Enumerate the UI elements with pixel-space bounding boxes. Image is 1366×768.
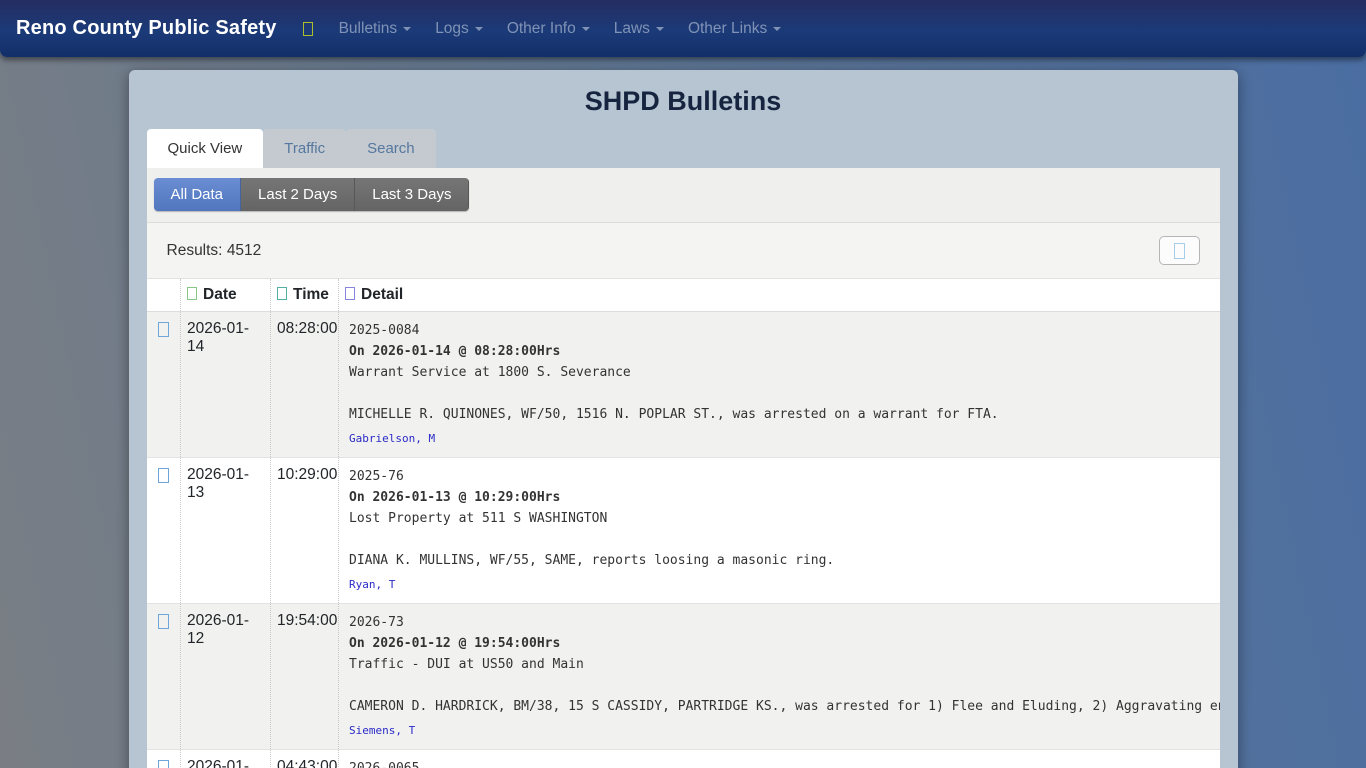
nav-menu-item-label: Laws	[614, 20, 650, 38]
date-filter-button[interactable]: All Data	[154, 178, 242, 211]
detail-case-number: 2025-0084	[349, 320, 1210, 341]
nav-menu-item-label: Other Links	[688, 20, 767, 38]
view-tab[interactable]: Search	[346, 129, 436, 168]
page-title: SHPD Bulletins	[147, 70, 1220, 129]
detail-officer: Gabrielson, M	[349, 428, 1210, 449]
bulletin-row: 2026-01-13 10:29:00 2025-76On 2026-01-13…	[147, 458, 1220, 604]
view-tab-label: Traffic	[284, 140, 325, 157]
chevron-down-icon	[656, 27, 664, 31]
view-tab[interactable]: Quick View	[147, 129, 264, 168]
tab-content: All Data Last 2 Days Last 3 Days Results…	[147, 168, 1220, 768]
bulletin-row: 2026-01-14 08:28:00 2025-0084On 2026-01-…	[147, 312, 1220, 458]
view-tab-label: Quick View	[168, 140, 243, 157]
detail-narrative: CAMERON D. HARDRICK, BM/38, 15 S CASSIDY…	[349, 696, 1210, 717]
view-tabs: Quick View Traffic Search	[147, 129, 1220, 168]
detail-narrative: MICHELLE R. QUINONES, WF/50, 1516 N. POP…	[349, 404, 1210, 425]
bulletin-time: 08:28:00	[271, 312, 339, 458]
chevron-down-icon	[403, 27, 411, 31]
time-column-icon	[277, 287, 287, 300]
navbar: Reno County Public Safety Bulletins Logs…	[0, 0, 1366, 57]
nav-menu-item-label: Logs	[435, 20, 469, 38]
detail-narrative: DIANA K. MULLINS, WF/55, SAME, reports l…	[349, 550, 1210, 571]
results-label: Results:	[167, 242, 223, 259]
refresh-button[interactable]	[1159, 236, 1200, 265]
nav-menu-item[interactable]: Other Links	[676, 12, 793, 46]
nav-menu-item-label: Bulletins	[339, 20, 398, 38]
bulletin-date: 2026-01-13	[181, 458, 271, 604]
bulletin-detail: 2025-0084On 2026-01-14 @ 08:28:00HrsWarr…	[339, 312, 1220, 458]
detail-case-number: 2026-0065	[349, 758, 1210, 768]
detail-officer: Ryan, T	[349, 574, 1210, 595]
results-bar: Results: 4512	[147, 223, 1220, 279]
results-count-text: Results: 4512	[167, 242, 262, 260]
date-filter-strip: All Data Last 2 Days Last 3 Days	[147, 168, 1220, 223]
table-header-row: Date Time Detail	[147, 279, 1220, 312]
bulletins-table: Date Time Detail 2026-01-	[147, 279, 1220, 768]
bulletins-menu-icon	[303, 22, 313, 36]
view-tab[interactable]: Traffic	[263, 129, 346, 168]
bulletin-detail: 2026-0065On 2026-01-10 @ 04:43:00Hrs	[339, 750, 1220, 768]
bulletin-date: 2026-01-12	[181, 604, 271, 750]
nav-menu-item-label: Other Info	[507, 20, 576, 38]
detail-column-label: Detail	[361, 286, 403, 303]
view-tab-label: Search	[367, 140, 415, 157]
expand-cell[interactable]	[147, 312, 181, 458]
bulletin-time: 19:54:00	[271, 604, 339, 750]
expand-cell[interactable]	[147, 750, 181, 768]
date-filter-button[interactable]: Last 3 Days	[355, 178, 469, 211]
expand-cell[interactable]	[147, 604, 181, 750]
detail-occurred-line: On 2026-01-12 @ 19:54:00Hrs	[349, 633, 1210, 654]
detail-incident-line: Lost Property at 511 S WASHINGTON	[349, 508, 1210, 529]
date-filter-group: All Data Last 2 Days Last 3 Days	[154, 178, 470, 211]
nav-menu-item[interactable]: Logs	[423, 12, 495, 46]
detail-case-number: 2026-73	[349, 612, 1210, 633]
chevron-down-icon	[582, 27, 590, 31]
detail-incident-line: Warrant Service at 1800 S. Severance	[349, 362, 1210, 383]
bulletin-detail: 2026-73On 2026-01-12 @ 19:54:00HrsTraffi…	[339, 604, 1220, 750]
detail-incident-line: Traffic - DUI at US50 and Main	[349, 654, 1210, 675]
detail-occurred-line: On 2026-01-13 @ 10:29:00Hrs	[349, 487, 1210, 508]
date-filter-button-label: Last 3 Days	[372, 186, 451, 203]
nav-menu-item[interactable]: Bulletins	[327, 12, 424, 46]
nav-menu-item[interactable]: Laws	[602, 12, 676, 46]
expand-row-icon[interactable]	[158, 760, 169, 768]
bulletin-time: 10:29:00	[271, 458, 339, 604]
detail-case-number: 2025-76	[349, 466, 1210, 487]
expand-cell[interactable]	[147, 458, 181, 604]
date-filter-button-label: All Data	[171, 186, 224, 203]
date-filter-button[interactable]: Last 2 Days	[241, 178, 355, 211]
detail-column-icon	[345, 287, 355, 300]
bulletin-date: 2026-01-10	[181, 750, 271, 768]
date-column-header[interactable]: Date	[181, 279, 271, 312]
date-filter-button-label: Last 2 Days	[258, 186, 337, 203]
expand-row-icon[interactable]	[158, 614, 169, 629]
bulletin-row: 2026-01-10 04:43:00 2026-0065On 2026-01-…	[147, 750, 1220, 768]
bulletins-table-body: 2026-01-14 08:28:00 2025-0084On 2026-01-…	[147, 312, 1220, 768]
time-column-label: Time	[293, 286, 329, 303]
bulletin-detail: 2025-76On 2026-01-13 @ 10:29:00HrsLost P…	[339, 458, 1220, 604]
main-nav: Bulletins Logs Other Info Laws Other Lin…	[303, 12, 794, 46]
date-column-label: Date	[203, 286, 237, 303]
detail-column-header[interactable]: Detail	[339, 279, 1220, 312]
detail-occurred-line: On 2026-01-14 @ 08:28:00Hrs	[349, 341, 1210, 362]
chevron-down-icon	[475, 27, 483, 31]
nav-menu-item[interactable]: Other Info	[495, 12, 602, 46]
date-column-icon	[187, 287, 197, 300]
refresh-icon	[1174, 243, 1185, 259]
expand-column-header	[147, 279, 181, 312]
time-column-header[interactable]: Time	[271, 279, 339, 312]
expand-row-icon[interactable]	[158, 322, 169, 337]
bulletin-row: 2026-01-12 19:54:00 2026-73On 2026-01-12…	[147, 604, 1220, 750]
brand-title[interactable]: Reno County Public Safety	[16, 17, 277, 40]
bulletins-panel: SHPD Bulletins Quick View Traffic Search…	[129, 70, 1238, 768]
bulletin-time: 04:43:00	[271, 750, 339, 768]
expand-row-icon[interactable]	[158, 468, 169, 483]
bulletin-date: 2026-01-14	[181, 312, 271, 458]
chevron-down-icon	[773, 27, 781, 31]
detail-officer: Siemens, T	[349, 720, 1210, 741]
results-count: 4512	[227, 242, 261, 259]
